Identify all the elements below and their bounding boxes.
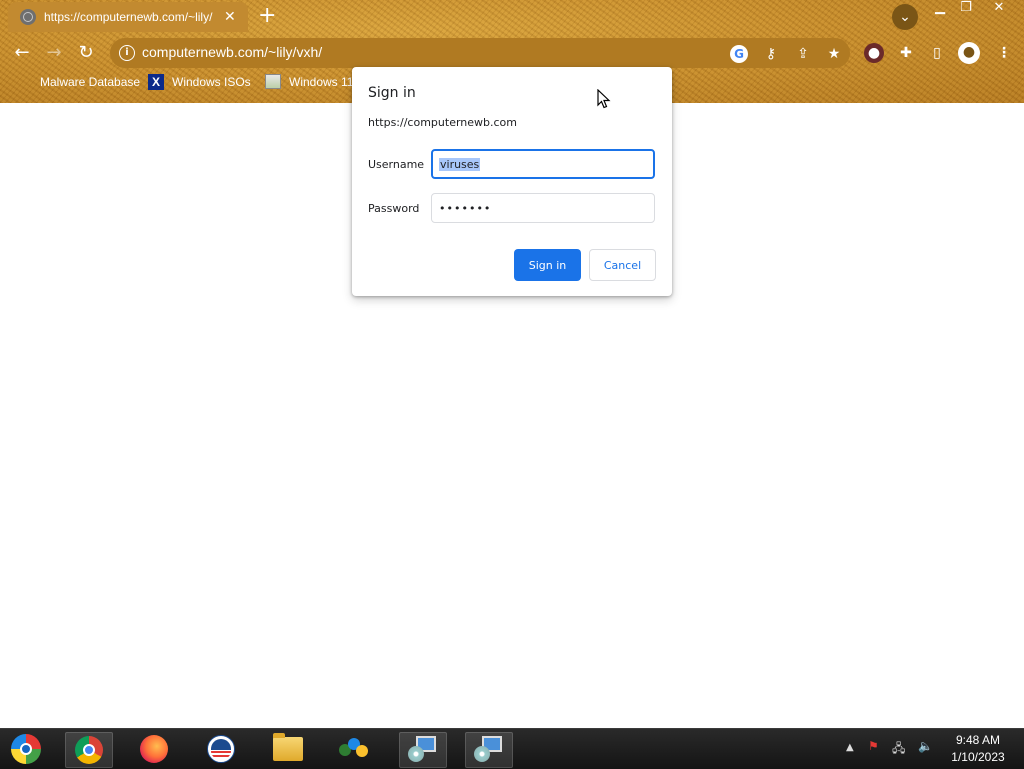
taskbar: ▲ ⚑ 🖧 🔈 9:48 AM 1/10/2023 (0, 728, 1024, 769)
site-info-icon[interactable]: i (119, 45, 135, 61)
dialog-title: Sign in (368, 85, 416, 101)
obama-logo-icon (207, 735, 235, 763)
taskbar-explorer[interactable] (265, 732, 311, 766)
bookmark-star-icon[interactable]: ★ (825, 45, 843, 63)
taskbar-obama[interactable] (198, 732, 244, 766)
profile-icon[interactable]: ● (958, 42, 980, 64)
bookmark-malware-database[interactable]: Malware Database (16, 74, 140, 90)
tab-close-icon[interactable]: ✕ (224, 9, 236, 25)
taskbar-people[interactable] (331, 732, 377, 766)
password-field[interactable]: ••••••• (431, 193, 655, 223)
dialog-origin: https://computernewb.com (368, 116, 517, 129)
firefox-icon (140, 735, 168, 763)
taskbar-setup-2[interactable] (465, 732, 513, 768)
menu-kebab-icon[interactable]: ⋮ (994, 43, 1014, 63)
tab-title: https://computernewb.com/~lily/ (44, 10, 213, 24)
password-label: Password (368, 202, 420, 215)
folder-icon (16, 74, 32, 90)
reload-button[interactable]: ↻ (73, 40, 99, 66)
url-text[interactable]: computernewb.com/~lily/vxh/ (142, 44, 322, 60)
username-label: Username (368, 158, 425, 171)
people-icon (339, 736, 369, 762)
action-center-flag-icon[interactable]: ⚑ (868, 739, 879, 753)
network-icon[interactable]: 🖧 (892, 739, 905, 760)
x-logo-icon: X (148, 74, 164, 90)
minimize-button[interactable]: ▁ (927, 0, 953, 18)
google-lens-icon[interactable]: G (730, 45, 748, 63)
setup-icon (474, 736, 504, 764)
key-icon[interactable]: ⚷ (762, 45, 780, 63)
password-value[interactable]: ••••••• (439, 202, 491, 215)
window-close-button[interactable]: ✕ (985, 0, 1013, 18)
bookmarks-bar: Malware Database X Windows ISOs Windows … (0, 74, 360, 94)
address-bar[interactable]: i computernewb.com/~lily/vxh/ G ⚷ ⇪ ★ (110, 38, 850, 68)
globe-icon (20, 9, 36, 25)
taskbar-firefox[interactable] (131, 732, 177, 766)
taskbar-setup-1[interactable] (399, 732, 447, 768)
start-button[interactable] (3, 732, 49, 766)
forward-button[interactable]: → (41, 40, 67, 66)
username-value[interactable]: viruses (439, 157, 481, 171)
taskbar-chrome[interactable] (65, 732, 113, 768)
tab-search-button[interactable]: ⌄ (892, 4, 918, 30)
extension-avatar-icon[interactable]: ● (864, 43, 884, 63)
back-button[interactable]: ← (9, 40, 35, 66)
username-field[interactable]: viruses (431, 149, 655, 179)
clock[interactable]: 9:48 AM 1/10/2023 (940, 732, 1016, 766)
sign-in-button[interactable]: Sign in (514, 249, 581, 281)
restore-button[interactable]: ❐ (953, 0, 979, 18)
chrome-icon (75, 736, 103, 764)
side-panel-icon[interactable]: ▯ (927, 43, 947, 63)
clock-time: 9:48 AM (955, 733, 1001, 747)
show-hidden-icons-icon[interactable]: ▲ (846, 742, 854, 753)
new-tab-button[interactable]: + (258, 4, 276, 28)
extensions-puzzle-icon[interactable]: ✚ (896, 43, 916, 63)
sign-in-dialog: Sign in https://computernewb.com Usernam… (352, 67, 672, 296)
file-explorer-icon (273, 733, 303, 761)
share-icon[interactable]: ⇪ (794, 45, 812, 63)
volume-icon[interactable]: 🔈 (918, 739, 933, 753)
image-icon (265, 74, 281, 89)
cancel-button[interactable]: Cancel (589, 249, 656, 281)
clock-date: 1/10/2023 (951, 750, 1005, 764)
mouse-cursor-icon (597, 89, 611, 109)
bookmark-label: Windows 11 (289, 74, 354, 89)
setup-icon (408, 736, 438, 764)
bookmark-windows-11[interactable]: Windows 11 (265, 74, 353, 89)
start-orb-icon (11, 734, 41, 764)
bookmark-label: Malware Database (40, 75, 141, 89)
bookmark-label: Windows ISOs (172, 75, 251, 89)
browser-tab[interactable]: https://computernewb.com/~lily/ ✕ (8, 2, 248, 32)
bookmark-windows-isos[interactable]: X Windows ISOs (148, 74, 251, 90)
